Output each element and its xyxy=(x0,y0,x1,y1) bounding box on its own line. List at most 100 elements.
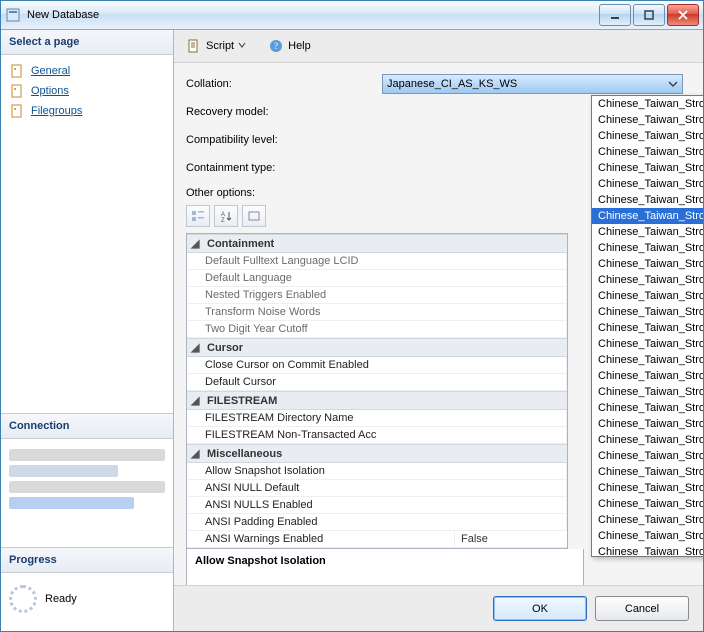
propgrid-row[interactable]: Close Cursor on Commit Enabled xyxy=(187,357,567,374)
sidebar-page-item[interactable]: General xyxy=(5,61,169,81)
propgrid-category[interactable]: ◢ FILESTREAM xyxy=(187,391,567,410)
cancel-button[interactable]: Cancel xyxy=(595,596,689,621)
dropdown-item[interactable]: Chinese_Taiwan_Stroke_90_CS_AI_WS xyxy=(592,160,703,176)
script-button[interactable]: Script xyxy=(182,36,250,56)
dropdown-item[interactable]: Chinese_Taiwan_Stroke_CI_AI_KS xyxy=(592,384,703,400)
property-pages-button[interactable] xyxy=(242,205,266,227)
help-label: Help xyxy=(288,40,311,52)
dropdown-item[interactable]: Chinese_Taiwan_Stroke_CI_AS_KS xyxy=(592,448,703,464)
dropdown-item[interactable]: Chinese_Taiwan_Stroke_CS_AI_WS xyxy=(592,544,703,556)
dropdown-item[interactable]: Chinese_Taiwan_Stroke_90_CS_AS_KS_SC xyxy=(592,240,703,256)
propgrid-row[interactable]: Allow Snapshot Isolation xyxy=(187,463,567,480)
collapse-icon: ◢ xyxy=(191,394,203,407)
propgrid-row-name: FILESTREAM Non-Transacted Acc xyxy=(187,427,567,443)
progress-header: Progress xyxy=(1,548,173,573)
maximize-button[interactable] xyxy=(633,4,665,26)
dropdown-item[interactable]: Chinese_Taiwan_Stroke_90_CS_AI_WS_SC xyxy=(592,176,703,192)
dropdown-item[interactable]: Chinese_Taiwan_Stroke_CS_AI_KS_WS xyxy=(592,528,703,544)
chevron-down-icon xyxy=(238,40,246,52)
dropdown-item[interactable]: Chinese_Taiwan_Stroke_90_CS_AS xyxy=(592,192,703,208)
dropdown-item[interactable]: Chinese_Taiwan_Stroke_90_CS_AS_KS_WS xyxy=(592,256,703,272)
propgrid-row[interactable]: Two Digit Year Cutoff xyxy=(187,321,567,338)
propgrid-row-name: ANSI Padding Enabled xyxy=(187,514,567,530)
property-grid[interactable]: ◢ContainmentDefault Fulltext Language LC… xyxy=(186,233,568,549)
collation-label: Collation: xyxy=(186,78,382,90)
sidebar-page-item[interactable]: Filegroups xyxy=(5,101,169,121)
sidebar-page-label: Filegroups xyxy=(31,105,82,117)
page-list: General Options Filegroups xyxy=(1,55,173,127)
sidebar-page-label: Options xyxy=(31,85,69,97)
propgrid-row[interactable]: FILESTREAM Non-Transacted Acc xyxy=(187,427,567,444)
propgrid-row[interactable]: ANSI Padding Enabled xyxy=(187,514,567,531)
propgrid-row[interactable]: Transform Noise Words xyxy=(187,304,567,321)
propgrid-category-name: FILESTREAM xyxy=(207,395,277,407)
dropdown-item[interactable]: Chinese_Taiwan_Stroke_CS_AI_KS xyxy=(592,512,703,528)
connection-info-line xyxy=(9,497,134,509)
progress-status: Ready xyxy=(45,593,77,605)
dropdown-item[interactable]: Chinese_Taiwan_Stroke_CI_AI xyxy=(592,368,703,384)
dropdown-item[interactable]: Chinese_Taiwan_Stroke_90_CS_AI_SC xyxy=(592,144,703,160)
propgrid-row[interactable]: ANSI NULLS Enabled xyxy=(187,497,567,514)
propgrid-row[interactable]: ANSI Warnings EnabledFalse xyxy=(187,531,567,548)
propgrid-row[interactable]: Default Language xyxy=(187,270,567,287)
collation-dropdown[interactable]: Chinese_Taiwan_Stroke_90_CS_AI_KS_SCChin… xyxy=(591,95,703,557)
svg-text:?: ? xyxy=(274,41,278,51)
script-icon xyxy=(186,38,202,54)
propgrid-category-name: Containment xyxy=(207,238,274,250)
propgrid-row[interactable]: Default Fulltext Language LCID xyxy=(187,253,567,270)
page-icon xyxy=(9,63,25,79)
chevron-down-icon[interactable] xyxy=(665,76,681,92)
dropdown-item[interactable]: Chinese_Taiwan_Stroke_90_CS_AS_KS_WS_SC xyxy=(592,272,703,288)
dropdown-item[interactable]: Chinese_Taiwan_Stroke_90_CS_AS xyxy=(592,208,703,224)
dropdown-item[interactable]: Chinese_Taiwan_Stroke_90_CS_AI_KS_WS_SC xyxy=(592,128,703,144)
dropdown-item[interactable]: Chinese_Taiwan_Stroke_CI_AS_WS xyxy=(592,480,703,496)
collation-dropdown-list[interactable]: Chinese_Taiwan_Stroke_90_CS_AI_KS_SCChin… xyxy=(592,96,703,556)
dropdown-item[interactable]: Chinese_Taiwan_Stroke_CI_AI_WS xyxy=(592,416,703,432)
propgrid-row[interactable]: ANSI NULL Default xyxy=(187,480,567,497)
dropdown-item[interactable]: Chinese_Taiwan_Stroke_CI_AS_KS_WS xyxy=(592,464,703,480)
propgrid-row[interactable]: FILESTREAM Directory Name xyxy=(187,410,567,427)
propgrid-row-name: Default Cursor xyxy=(187,374,567,390)
connection-section: Connection xyxy=(1,413,173,547)
propgrid-row-value: False xyxy=(455,531,567,547)
dropdown-item[interactable]: Chinese_Taiwan_Stroke_CI_AI_KS_WS xyxy=(592,400,703,416)
dropdown-item[interactable]: Chinese_Taiwan_Stroke_90_CS_AS_SC xyxy=(592,288,703,304)
progress-spinner-icon xyxy=(9,585,37,613)
propgrid-category-name: Cursor xyxy=(207,342,243,354)
svg-text:Z: Z xyxy=(221,218,225,222)
propgrid-row[interactable]: Nested Triggers Enabled xyxy=(187,287,567,304)
script-label: Script xyxy=(206,40,234,52)
propgrid-row-name: Two Digit Year Cutoff xyxy=(187,321,567,337)
connection-info-line xyxy=(9,449,165,461)
dropdown-item[interactable]: Chinese_Taiwan_Stroke_90_CS_AI_KS_SC xyxy=(592,96,703,112)
propgrid-category[interactable]: ◢Containment xyxy=(187,234,567,253)
dropdown-item[interactable]: Chinese_Taiwan_Stroke_BIN xyxy=(592,336,703,352)
ok-button[interactable]: OK xyxy=(493,596,587,621)
propgrid-row-name: Transform Noise Words xyxy=(187,304,567,320)
connection-info-line xyxy=(9,465,118,477)
propgrid-row-name: Allow Snapshot Isolation xyxy=(187,463,567,479)
propgrid-row-name: ANSI NULL Default xyxy=(187,480,567,496)
window-buttons xyxy=(597,4,699,26)
dropdown-item[interactable]: Chinese_Taiwan_Stroke_90_CS_AS_KS xyxy=(592,224,703,240)
propgrid-category[interactable]: ◢Miscellaneous xyxy=(187,444,567,463)
dropdown-item[interactable]: Chinese_Taiwan_Stroke_90_CS_AS_WS xyxy=(592,304,703,320)
content: Collation: Recovery model: Compatibility… xyxy=(174,63,703,585)
dropdown-item[interactable]: Chinese_Taiwan_Stroke_CI_AS xyxy=(592,432,703,448)
dropdown-item[interactable]: Chinese_Taiwan_Stroke_90_CS_AI_KS_WS xyxy=(592,112,703,128)
close-button[interactable] xyxy=(667,4,699,26)
minimize-button[interactable] xyxy=(599,4,631,26)
help-button[interactable]: ? Help xyxy=(264,36,315,56)
dropdown-item[interactable]: Chinese_Taiwan_Stroke_BIN2 xyxy=(592,352,703,368)
categorized-view-button[interactable] xyxy=(186,205,210,227)
dropdown-item[interactable]: Chinese_Taiwan_Stroke_CS_AI xyxy=(592,496,703,512)
dropdown-item[interactable]: Chinese_Taiwan_Stroke_90_CS_AS_WS_SC xyxy=(592,320,703,336)
page-icon xyxy=(9,103,25,119)
propgrid-category[interactable]: ◢Cursor xyxy=(187,338,567,357)
property-description: Allow Snapshot Isolation xyxy=(186,549,584,585)
alphabetical-view-button[interactable]: AZ xyxy=(214,205,238,227)
collation-input[interactable] xyxy=(382,74,683,94)
collation-combobox[interactable] xyxy=(382,74,683,94)
propgrid-row[interactable]: Default Cursor xyxy=(187,374,567,391)
sidebar-page-item[interactable]: Options xyxy=(5,81,169,101)
